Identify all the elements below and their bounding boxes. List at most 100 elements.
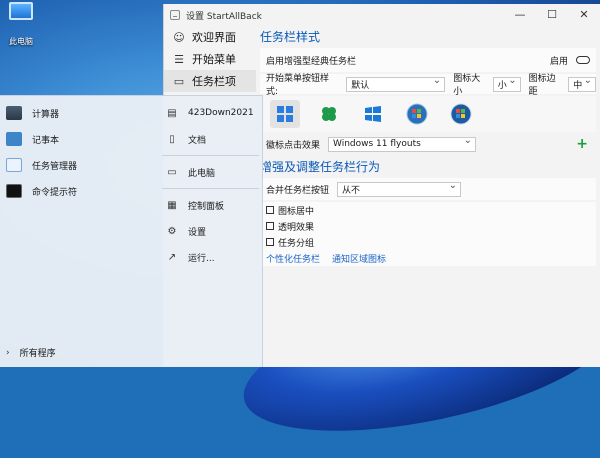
windows10-logo-icon <box>365 106 381 122</box>
notepad-icon <box>6 132 22 146</box>
link-user-folder[interactable]: ▤ 423Down2021 <box>158 100 263 126</box>
task-grouping-checkbox[interactable] <box>266 238 274 246</box>
document-icon: ▯ <box>169 133 175 145</box>
calculator-icon <box>6 106 22 120</box>
app-command-prompt[interactable]: 命令提示符 <box>0 178 152 204</box>
taskbar-icon: ▭ <box>173 74 185 88</box>
all-programs-button[interactable]: › 所有程序 <box>6 346 56 360</box>
select-value: 中 <box>573 80 583 91</box>
sidebar-item-label: 开始菜单 <box>192 53 236 66</box>
click-effect-select[interactable]: Windows 11 flyouts <box>328 135 477 152</box>
app-notepad[interactable]: 记事本 <box>0 126 152 152</box>
icon-margin-select[interactable]: 中 <box>568 75 596 92</box>
sidebar-item-start-menu[interactable]: ☰ 开始菜单 <box>164 48 256 70</box>
chevron-right-icon: › <box>6 347 10 358</box>
start-button-style-win11[interactable] <box>270 100 300 128</box>
checkbox-row: 图标居中 <box>260 202 596 218</box>
click-effect-label: 徽标点击效果 <box>266 140 321 151</box>
link-label: 423Down2021 <box>188 108 254 118</box>
control-panel-icon: ▦ <box>167 199 177 211</box>
link-this-pc[interactable]: ▭ 此电脑 <box>158 159 263 185</box>
checkbox-label: 任务分组 <box>278 238 315 249</box>
window-title: 设置 StartAllBack <box>186 11 262 22</box>
start-button-style-row: 开始菜单按钮样式: 默认 图标大小 小 图标边距 中 <box>260 74 596 97</box>
smile-icon: ☺ <box>173 30 185 44</box>
icon-size-label: 图标大小 <box>453 74 481 97</box>
select-value: 从不 <box>342 185 361 196</box>
gear-icon: ⚙ <box>167 225 177 237</box>
link-control-panel[interactable]: ▦ 控制面板 <box>158 192 263 218</box>
center-icons-checkbox[interactable] <box>266 206 274 214</box>
link-settings[interactable]: ⚙ 设置 <box>158 218 263 244</box>
link-label: 此电脑 <box>188 168 216 179</box>
divider <box>162 155 259 156</box>
user-folder-icon: ▤ <box>167 107 177 119</box>
combine-buttons-label: 合并任务栏按钮 <box>266 185 330 196</box>
command-prompt-icon <box>6 184 22 198</box>
add-icon[interactable]: + <box>576 136 588 152</box>
classic-taskbar-toggle[interactable] <box>576 56 590 64</box>
personalize-taskbar-link[interactable]: 个性化任务栏 <box>266 252 320 265</box>
link-label: 文档 <box>188 135 207 146</box>
classic-taskbar-row: 启用增强型经典任务栏 启用 <box>260 48 596 72</box>
app-label: 命令提示符 <box>32 187 78 198</box>
close-button[interactable]: ✕ <box>568 4 600 26</box>
start-menu: 计算器 记事本 任务管理器 命令提示符 › 所有程序 ▤ 423Down2021… <box>0 95 263 367</box>
start-button-style-orb-vista[interactable] <box>446 100 476 128</box>
section-title-taskbar-style: 任务栏样式 <box>260 30 321 44</box>
transparency-checkbox[interactable] <box>266 222 274 230</box>
icon-size-select[interactable]: 小 <box>492 75 521 92</box>
computer-icon: ▭ <box>167 166 177 178</box>
start-button-style-win10[interactable] <box>358 100 388 128</box>
run-icon: ↗ <box>167 251 177 263</box>
checkbox-row: 透明效果 <box>260 218 596 234</box>
sidebar-item-taskbar[interactable]: ▭ 任务栏项 <box>164 70 256 92</box>
windows7-orb-icon <box>406 103 428 125</box>
clover-logo-icon <box>322 107 336 121</box>
checkbox-row: 任务分组 <box>260 234 596 250</box>
link-label: 控制面板 <box>188 201 225 212</box>
select-value: Windows 11 flyouts <box>333 139 421 149</box>
windows-vista-orb-icon <box>450 103 472 125</box>
link-label: 设置 <box>188 227 207 238</box>
sidebar-item-label: 欢迎界面 <box>192 31 236 44</box>
combine-buttons-row: 合并任务栏按钮 从不 <box>260 178 596 200</box>
menu-icon: ☰ <box>174 52 184 66</box>
checkbox-label: 透明效果 <box>278 222 315 233</box>
start-button-style-label: 开始菜单按钮样式: <box>266 74 330 97</box>
desktop-icon-label: 此电脑 <box>9 37 33 46</box>
start-button-style-clover[interactable] <box>314 100 344 128</box>
task-manager-icon <box>6 158 22 172</box>
start-menu-apps: 计算器 记事本 任务管理器 命令提示符 › 所有程序 <box>0 96 152 367</box>
minimize-button[interactable]: — <box>504 4 536 26</box>
section-title-behavior: 增强及调整任务栏行为 <box>260 160 381 174</box>
combine-buttons-select[interactable]: 从不 <box>337 180 462 197</box>
settings-content: 任务栏样式 启用增强型经典任务栏 启用 开始菜单按钮样式: 默认 图标大小 小 … <box>256 26 600 268</box>
start-menu-links: ▤ 423Down2021 ▯ 文档 ▭ 此电脑 ▦ 控制面板 ⚙ 设置 ↗ 运… <box>158 96 263 367</box>
select-value: 小 <box>497 80 507 91</box>
toggle-label: 启用 <box>549 56 568 67</box>
start-button-style-orb-blue[interactable] <box>402 100 432 128</box>
sidebar-item-label: 任务栏项 <box>192 75 236 88</box>
all-programs-label: 所有程序 <box>19 349 56 359</box>
notification-icons-link[interactable]: 通知区域图标 <box>332 252 386 265</box>
start-button-choices-row <box>260 96 596 132</box>
sidebar-item-welcome[interactable]: ☺ 欢迎界面 <box>164 26 256 48</box>
app-calculator[interactable]: 计算器 <box>0 100 152 126</box>
app-label: 记事本 <box>32 135 60 146</box>
start-button-style-select[interactable]: 默认 <box>346 75 446 92</box>
checkbox-label: 图标居中 <box>278 206 315 217</box>
app-label: 计算器 <box>32 109 60 120</box>
link-run[interactable]: ↗ 运行... <box>158 244 263 270</box>
divider <box>162 188 259 189</box>
settings-sidebar: ☺ 欢迎界面 ☰ 开始菜单 ▭ 任务栏项 <box>164 26 256 92</box>
click-effect-row: 徽标点击效果 Windows 11 flyouts + <box>260 134 596 154</box>
link-documents[interactable]: ▯ 文档 <box>158 126 263 152</box>
classic-taskbar-label: 启用增强型经典任务栏 <box>266 56 357 67</box>
icon-margin-label: 图标边距 <box>528 74 556 97</box>
maximize-button[interactable]: ☐ <box>536 4 568 26</box>
desktop-icon-this-pc[interactable]: 此电脑 <box>4 2 38 47</box>
app-task-manager[interactable]: 任务管理器 <box>0 152 152 178</box>
app-icon <box>170 10 180 20</box>
links-row: 个性化任务栏 通知区域图标 <box>260 250 596 266</box>
